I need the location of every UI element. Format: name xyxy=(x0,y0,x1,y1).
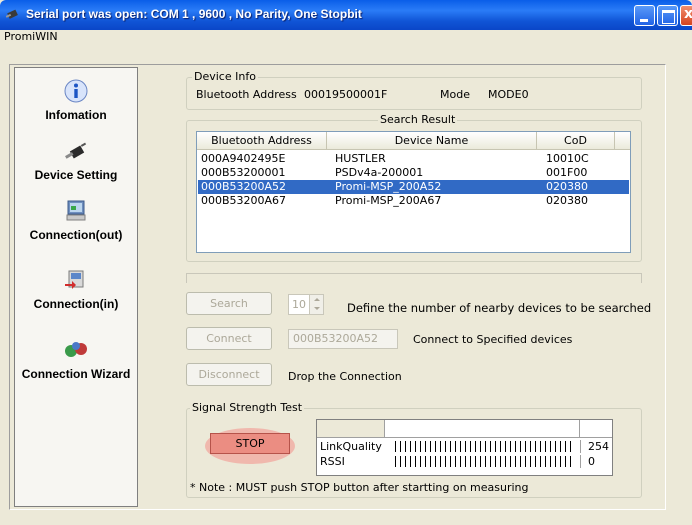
serial-cable-icon xyxy=(65,142,87,159)
horizontal-scrollbar[interactable] xyxy=(186,273,642,283)
title-bar[interactable]: Serial port was open: COM 1 , 9600 , No … xyxy=(0,0,692,30)
search-button[interactable]: Search xyxy=(186,292,272,315)
sidebar-item-device-setting[interactable]: Device Setting xyxy=(15,137,137,182)
disconnect-description: Drop the Connection xyxy=(288,370,402,383)
serial-cable-icon xyxy=(6,9,18,19)
rssi-value: 0 xyxy=(588,455,595,468)
sidebar-item-information[interactable]: Infomation xyxy=(15,77,137,122)
sidebar-item-label: Connection(out) xyxy=(29,228,123,242)
table-row[interactable]: 000A9402495E HUSTLER 10010C xyxy=(198,152,629,166)
column-header-name[interactable]: Device Name xyxy=(327,132,537,150)
connect-button[interactable]: Connect xyxy=(186,327,272,350)
table-row-selected[interactable]: 000B53200A52 Promi-MSP_200A52 020380 xyxy=(198,180,629,194)
disconnect-button[interactable]: Disconnect xyxy=(186,363,272,386)
stepper-buttons[interactable] xyxy=(309,295,323,314)
link-quality-fill xyxy=(395,441,575,452)
row-cod: 10010C xyxy=(546,152,589,165)
close-button[interactable] xyxy=(680,5,692,26)
mode-value: MODE0 xyxy=(488,88,529,101)
info-icon xyxy=(64,79,88,103)
sidebar-item-label: Connection Wizard xyxy=(21,367,131,381)
row-address: 000B53200001 xyxy=(201,166,286,179)
column-header-filler xyxy=(615,132,630,150)
minimize-button[interactable] xyxy=(634,5,655,26)
row-name: HUSTLER xyxy=(335,152,386,165)
maximize-button[interactable] xyxy=(657,5,678,26)
connect-description: Connect to Specified devices xyxy=(413,333,573,346)
measurement-note: * Note : MUST push STOP button after sta… xyxy=(190,481,529,494)
rssi-label: RSSI xyxy=(320,455,345,468)
bt-address-value: 00019500001F xyxy=(304,88,388,101)
search-result-title: Search Result xyxy=(378,113,458,126)
sidebar: Infomation Device Setting Connection(out… xyxy=(14,67,138,507)
rssi-row: RSSI 0 xyxy=(317,455,612,468)
link-quality-value: 254 xyxy=(588,440,609,453)
incoming-connection-icon xyxy=(65,270,84,289)
device-list[interactable]: Bluetooth Address Device Name CoD 000A94… xyxy=(196,131,631,253)
bt-address-label: Bluetooth Address xyxy=(196,88,297,101)
sidebar-item-connection-in[interactable]: Connection(in) xyxy=(15,266,137,311)
sidebar-item-connection-out[interactable]: Connection(out) xyxy=(15,197,137,242)
link-quality-row: LinkQuality 254 xyxy=(317,440,612,453)
chevron-down-icon[interactable] xyxy=(314,307,320,310)
connect-address-field[interactable]: 000B53200A52 xyxy=(288,329,398,349)
mode-label: Mode xyxy=(440,88,470,101)
chevron-up-icon[interactable] xyxy=(314,298,320,301)
sidebar-item-label: Connection(in) xyxy=(33,297,119,311)
device-info-title: Device Info xyxy=(192,70,258,83)
menu-bar: PromiWIN xyxy=(0,30,692,46)
signal-strength-title: Signal Strength Test xyxy=(190,401,305,414)
table-row[interactable]: 000B53200001 PSDv4a-200001 001F00 xyxy=(198,166,629,180)
signal-table-header xyxy=(385,420,580,438)
row-name: Promi-MSP_200A67 xyxy=(335,194,442,207)
sidebar-item-connection-wizard[interactable]: Connection Wizard xyxy=(15,336,137,381)
device-count-value: 10 xyxy=(292,298,306,311)
computer-connection-icon xyxy=(66,200,86,221)
menu-app-name[interactable]: PromiWIN xyxy=(4,30,58,43)
wizard-icon xyxy=(65,342,87,357)
search-description: Define the number of nearby devices to b… xyxy=(347,301,652,315)
signal-table: LinkQuality 254 RSSI 0 xyxy=(316,419,613,476)
row-address: 000A9402495E xyxy=(201,152,286,165)
row-cod: 020380 xyxy=(546,194,588,207)
row-cod: 020380 xyxy=(546,180,588,193)
row-name: Promi-MSP_200A52 xyxy=(335,180,442,193)
table-row[interactable]: 000B53200A67 Promi-MSP_200A67 020380 xyxy=(198,194,629,208)
rssi-bar xyxy=(395,456,575,467)
device-list-header: Bluetooth Address Device Name CoD xyxy=(197,132,630,150)
row-address: 000B53200A67 xyxy=(201,194,287,207)
window-title: Serial port was open: COM 1 , 9600 , No … xyxy=(26,7,362,21)
signal-table-header xyxy=(580,420,612,438)
column-header-address[interactable]: Bluetooth Address xyxy=(197,132,327,150)
sidebar-item-label: Device Setting xyxy=(34,168,118,182)
link-quality-label: LinkQuality xyxy=(320,440,382,453)
device-count-stepper[interactable]: 10 xyxy=(288,294,324,315)
sidebar-item-label: Infomation xyxy=(45,108,107,122)
row-name: PSDv4a-200001 xyxy=(335,166,424,179)
link-quality-bar xyxy=(395,441,575,452)
row-address: 000B53200A52 xyxy=(201,180,287,193)
column-header-cod[interactable]: CoD xyxy=(537,132,615,150)
signal-table-header xyxy=(317,420,385,438)
stop-button[interactable]: STOP xyxy=(210,433,290,454)
row-cod: 001F00 xyxy=(546,166,588,179)
rssi-fill xyxy=(395,456,575,467)
